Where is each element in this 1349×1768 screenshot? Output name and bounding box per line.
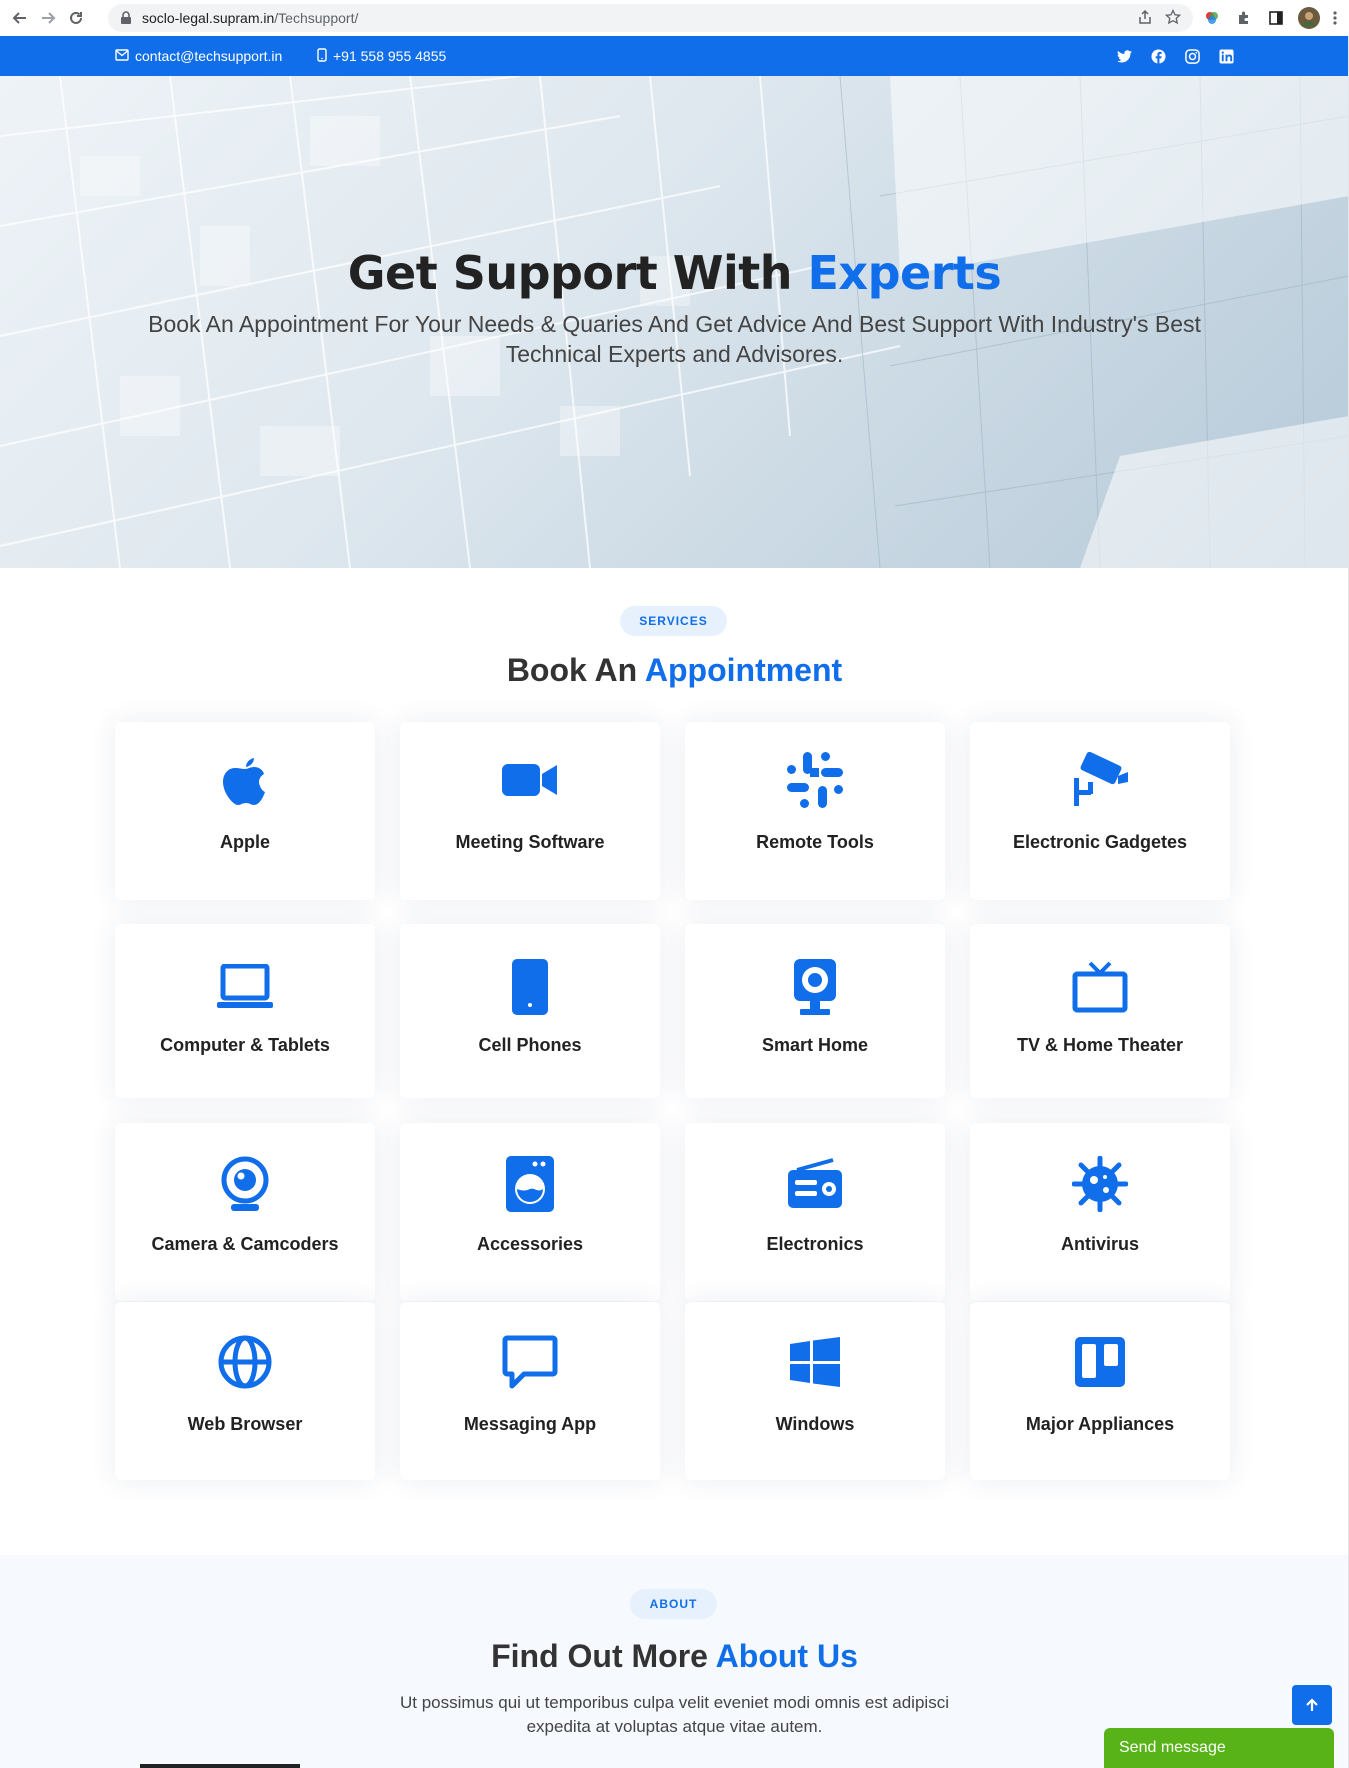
about-title-main: Find Out More: [491, 1638, 716, 1674]
about-badge: ABOUT: [630, 1589, 717, 1619]
service-card-windows[interactable]: Windows: [685, 1302, 945, 1480]
service-card-cell-phones[interactable]: Cell Phones: [400, 924, 660, 1098]
contact-phone[interactable]: +91 558 955 4855: [317, 36, 446, 76]
service-card-camera-camcoders[interactable]: Camera & Camcoders: [115, 1123, 375, 1301]
service-label: Electronics: [766, 1234, 864, 1254]
service-label: Messaging App: [463, 1414, 597, 1434]
phone-icon: [502, 959, 558, 1015]
service-label: Cell Phones: [478, 1035, 582, 1055]
service-card-electronic-gadgetes[interactable]: Electronic Gadgetes: [970, 722, 1230, 900]
send-message-button[interactable]: Send message: [1104, 1728, 1334, 1768]
mobile-phone-icon: [317, 47, 327, 65]
services-title: Book An Appointment: [0, 652, 1349, 689]
color-extension-icon[interactable]: [1204, 4, 1220, 32]
service-label: Windows: [775, 1414, 855, 1434]
service-label: Accessories: [476, 1234, 584, 1254]
globe-icon: [217, 1334, 273, 1390]
twitter-icon[interactable]: [1115, 47, 1133, 65]
trello-icon: [1072, 1334, 1128, 1390]
back-icon[interactable]: [6, 4, 34, 32]
service-label: Web Browser: [187, 1414, 303, 1434]
service-card-apple[interactable]: Apple: [115, 722, 375, 900]
url-host: soclo-legal.supram.in: [142, 10, 275, 26]
contact-email[interactable]: contact@techsupport.in: [115, 36, 282, 76]
security-camera-icon: [1072, 752, 1128, 808]
instagram-icon[interactable]: [1183, 47, 1201, 65]
side-panel-icon[interactable]: [1268, 4, 1284, 32]
linkedin-icon[interactable]: [1217, 47, 1235, 65]
back-to-top-button[interactable]: [1292, 1685, 1332, 1725]
share-icon[interactable]: [1137, 9, 1153, 28]
service-label: Camera & Camcoders: [151, 1234, 339, 1254]
reload-icon[interactable]: [62, 4, 90, 32]
service-card-smart-home[interactable]: Smart Home: [685, 924, 945, 1098]
service-label: Computer & Tablets: [160, 1035, 330, 1055]
service-label: Remote Tools: [756, 832, 874, 852]
top-info-bar: contact@techsupport.in +91 558 955 4855: [0, 36, 1349, 76]
service-card-meeting-software[interactable]: Meeting Software: [400, 722, 660, 900]
services-badge: SERVICES: [620, 606, 727, 636]
apple-icon: [217, 752, 273, 808]
service-label: Apple: [219, 832, 270, 852]
hero-subtitle: Book An Appointment For Your Needs & Qua…: [148, 311, 1201, 367]
video-camera-icon: [502, 752, 558, 808]
profile-avatar[interactable]: [1298, 4, 1320, 32]
hero-section: Get Support With Experts Book An Appoint…: [0, 76, 1349, 568]
service-label: TV & Home Theater: [1016, 1035, 1184, 1055]
lock-icon: [120, 11, 134, 25]
browser-toolbar: soclo-legal.supram.in/Techsupport/: [0, 0, 1349, 36]
arrow-up-icon: [1306, 1698, 1318, 1711]
about-text: Ut possimus qui ut temporibus culpa veli…: [400, 1693, 949, 1736]
hero-title: Get Support With Experts: [0, 246, 1349, 300]
address-bar[interactable]: soclo-legal.supram.in/Techsupport/: [108, 4, 1193, 32]
speaker-icon: [787, 959, 843, 1015]
service-card-accessories[interactable]: Accessories: [400, 1123, 660, 1301]
url-path: /Techsupport/: [274, 10, 359, 26]
about-title: Find Out More About Us: [0, 1638, 1349, 1675]
service-label: Antivirus: [1060, 1234, 1139, 1254]
service-card-tv-home-theater[interactable]: TV & Home Theater: [970, 924, 1230, 1098]
tv-icon: [1072, 959, 1128, 1015]
envelope-icon: [115, 48, 129, 64]
service-label: Major Appliances: [1025, 1414, 1175, 1434]
hero-title-main: Get Support With: [347, 246, 808, 300]
slack-icon: [787, 752, 843, 808]
facebook-icon[interactable]: [1149, 47, 1167, 65]
chat-icon: [502, 1334, 558, 1390]
service-card-messaging-app[interactable]: Messaging App: [400, 1302, 660, 1480]
laptop-icon: [217, 959, 273, 1015]
services-title-highlight: Appointment: [644, 652, 843, 688]
service-label: Smart Home: [761, 1035, 869, 1055]
social-links: [1115, 36, 1235, 76]
hero-title-highlight: Experts: [807, 246, 1002, 300]
bookmark-star-icon[interactable]: [1164, 8, 1182, 28]
service-label: Electronic Gadgetes: [1012, 832, 1188, 852]
service-card-electronics[interactable]: Electronics: [685, 1123, 945, 1301]
washing-machine-icon: [502, 1156, 558, 1212]
about-image-edge: [140, 1764, 300, 1768]
forward-icon[interactable]: [34, 4, 62, 32]
radio-icon: [787, 1156, 843, 1212]
windows-icon: [787, 1334, 843, 1390]
virus-icon: [1072, 1156, 1128, 1212]
menu-dots-icon[interactable]: [1332, 4, 1338, 32]
service-card-major-appliances[interactable]: Major Appliances: [970, 1302, 1230, 1480]
email-text: contact@techsupport.in: [135, 48, 283, 64]
phone-text: +91 558 955 4855: [333, 48, 447, 64]
service-card-web-browser[interactable]: Web Browser: [115, 1302, 375, 1480]
service-label: Meeting Software: [455, 832, 605, 852]
service-card-remote-tools[interactable]: Remote Tools: [685, 722, 945, 900]
service-card-antivirus[interactable]: Antivirus: [970, 1123, 1230, 1301]
service-card-computer-tablets[interactable]: Computer & Tablets: [115, 924, 375, 1098]
services-title-main: Book An: [506, 652, 645, 688]
about-title-highlight: About Us: [715, 1638, 858, 1674]
extensions-puzzle-icon[interactable]: [1236, 4, 1252, 32]
webcam-icon: [217, 1156, 273, 1212]
